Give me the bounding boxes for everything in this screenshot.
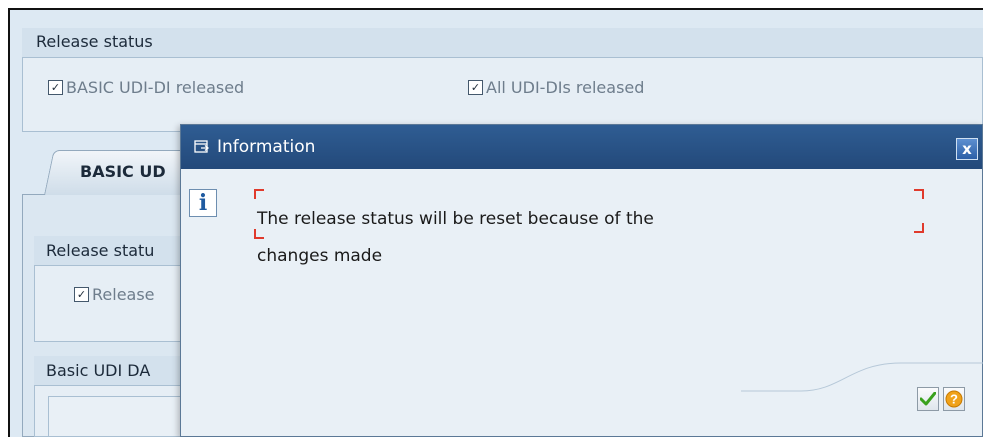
information-dialog: Information x i The release status will … xyxy=(180,124,983,437)
focus-corner-marker xyxy=(914,223,924,233)
checkbox-check-icon: ✓ xyxy=(48,80,63,95)
all-udi-dis-released-checkbox[interactable]: ✓ All UDI-DIs released xyxy=(468,78,644,97)
release-status-group-title: Release status xyxy=(22,28,983,58)
info-icon: i xyxy=(189,189,217,217)
inner-release-checkbox[interactable]: ✓ Release xyxy=(74,285,155,304)
checkbox-check-icon: ✓ xyxy=(468,80,483,95)
dialog-title: Information xyxy=(217,137,316,157)
basic-udi-di-released-label: BASIC UDI-DI released xyxy=(66,78,245,97)
close-button[interactable]: x xyxy=(956,138,978,160)
green-checkmark-icon xyxy=(920,392,936,406)
inner-release-label: Release xyxy=(92,285,155,304)
ok-button[interactable] xyxy=(917,387,939,411)
checkbox-check-icon: ✓ xyxy=(74,287,89,302)
dialog-message: The release status will be reset because… xyxy=(257,201,654,275)
close-icon: x xyxy=(962,140,972,158)
focus-corner-marker xyxy=(914,189,924,199)
focus-corner-marker xyxy=(254,189,264,199)
dialog-titlebar[interactable]: Information xyxy=(181,125,982,169)
dialog-message-line2: changes made xyxy=(257,246,383,266)
basic-udi-di-released-checkbox[interactable]: ✓ BASIC UDI-DI released xyxy=(48,78,244,97)
tab-basic-udi-label[interactable]: BASIC UD xyxy=(80,162,166,181)
dialog-window-icon xyxy=(193,138,211,156)
question-mark-icon: ? xyxy=(945,390,963,408)
all-udi-dis-released-label: All UDI-DIs released xyxy=(486,78,645,97)
help-button[interactable]: ? xyxy=(943,387,965,411)
svg-text:?: ? xyxy=(950,392,958,407)
dialog-message-line1: The release status will be reset because… xyxy=(257,209,654,229)
